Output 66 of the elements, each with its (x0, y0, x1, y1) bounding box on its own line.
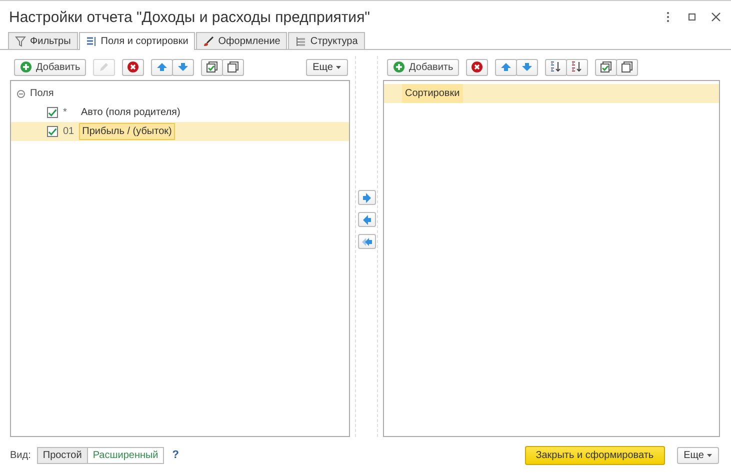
sort-descending-icon (571, 61, 584, 73)
check-all-icon (206, 61, 218, 73)
field-code: * (63, 107, 68, 118)
view-label: Вид: (10, 450, 31, 460)
right-move-button[interactable] (358, 190, 376, 205)
double-left-arrow-icon (360, 236, 372, 248)
sort-label: Сортировки (402, 84, 463, 103)
left-all-move-button[interactable] (358, 234, 376, 249)
tab[interactable]: Оформление (196, 32, 288, 49)
check-all-icon (600, 61, 612, 73)
caret-icon (336, 66, 341, 68)
plus-icon (20, 61, 32, 73)
pencil-icon (98, 61, 110, 73)
brush-icon (203, 36, 214, 46)
filter-icon (15, 36, 26, 46)
collapse-icon[interactable] (17, 90, 25, 98)
up-button[interactable] (495, 58, 518, 76)
tab[interactable]: Поля и сортировки (78, 32, 196, 50)
tab[interactable]: Фильтры (8, 32, 78, 49)
down-arrow-icon (177, 61, 190, 73)
view-option-button[interactable]: Простой (36, 446, 88, 464)
caret-icon (707, 454, 712, 456)
sort-desc-button[interactable] (566, 58, 588, 76)
uncheck-all-icon (227, 61, 240, 73)
sort-asc-button[interactable] (545, 58, 568, 76)
window-title: Настройки отчета "Доходы и расходы предприятия" (9, 8, 372, 26)
field-code: 01 (63, 126, 74, 137)
more-button[interactable]: Еще (676, 446, 719, 464)
help-link[interactable]: ? (172, 449, 179, 461)
add-button[interactable]: Добавить (387, 58, 460, 76)
delete-icon (471, 61, 484, 73)
uncheck-all-button[interactable] (616, 58, 638, 76)
field-name: Авто (поля родителя) (80, 106, 182, 120)
add-button[interactable]: Добавить (14, 58, 86, 76)
delete-button[interactable] (466, 58, 488, 76)
left-move-button[interactable] (358, 212, 376, 227)
uncheck-all-button[interactable] (222, 58, 244, 76)
tab[interactable]: Структура (288, 32, 365, 49)
check-all-button[interactable] (595, 58, 618, 76)
down-button[interactable] (172, 58, 194, 76)
up-arrow-icon (500, 61, 512, 73)
checkbox[interactable] (47, 126, 58, 137)
close-icon[interactable] (709, 10, 723, 24)
up-button[interactable] (151, 58, 174, 76)
list-icon (86, 36, 97, 47)
right-arrow-icon (360, 192, 372, 204)
up-arrow-icon (156, 61, 168, 73)
uncheck-all-icon (621, 61, 634, 73)
field-row[interactable]: 01 Прибыль / (убыток) (11, 122, 349, 141)
field-row[interactable]: * Авто (поля родителя) (11, 103, 349, 122)
down-button[interactable] (516, 58, 538, 76)
delete-icon (127, 61, 140, 73)
tree-node-label: Поля (30, 88, 54, 99)
sort-ascending-icon (550, 61, 562, 73)
plus-icon (393, 61, 405, 73)
more-button[interactable]: Еще (306, 58, 348, 76)
checkbox[interactable] (47, 107, 58, 118)
down-arrow-icon (521, 61, 534, 73)
view-option-button[interactable]: Расширенный (86, 446, 164, 464)
check-all-button[interactable] (201, 58, 224, 76)
field-name: Прибыль / (убыток) (79, 123, 175, 140)
left-arrow-icon (360, 214, 372, 226)
close-and-generate-button[interactable]: Закрыть и сформировать (524, 446, 665, 464)
delete-button[interactable] (122, 58, 144, 76)
structure-icon (295, 36, 306, 46)
sort-row[interactable]: Сортировки (384, 84, 719, 103)
